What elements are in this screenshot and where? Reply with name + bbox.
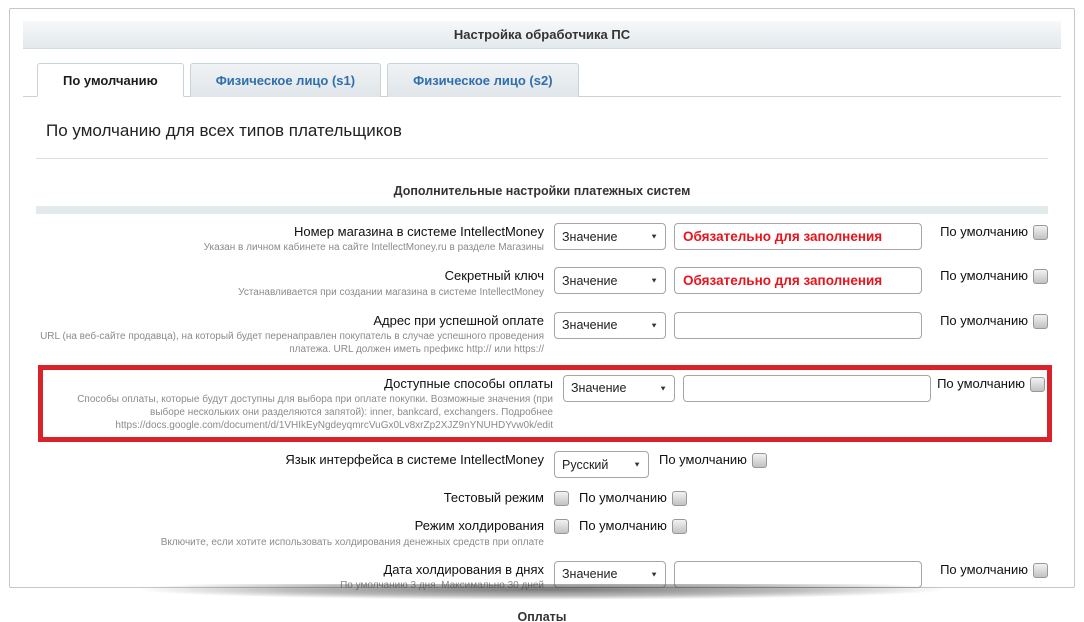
field-hint: Указан в личном кабинете на сайте Intell… xyxy=(36,241,544,254)
dropdown-arrow-icon: ▼ xyxy=(633,461,641,469)
success-url-input[interactable] xyxy=(674,312,922,339)
row-secret-key: Секретный ключ Устанавливается при созда… xyxy=(36,260,1048,304)
default-label: По умолчанию xyxy=(659,452,747,467)
settings-window: Настройка обработчика ПС По умолчанию Фи… xyxy=(9,8,1075,588)
default-label: По умолчанию xyxy=(579,490,667,505)
field-label: Адрес при успешной оплате xyxy=(36,313,544,329)
field-hint: Устанавливается при создании магазина в … xyxy=(36,286,544,299)
row-payment-methods: Доступные способы оплаты Способы оплаты,… xyxy=(45,370,1045,437)
tab-default[interactable]: По умолчанию xyxy=(37,63,184,97)
shop-number-input[interactable] xyxy=(674,223,922,250)
holding-mode-checkbox[interactable] xyxy=(554,519,569,534)
language-select[interactable]: Русский ▼ xyxy=(554,451,649,478)
tab-bar: По умолчанию Физическое лицо (s1) Физиче… xyxy=(23,62,1061,97)
field-label: Дата холдирования в днях xyxy=(36,562,544,578)
row-holding-mode: Режим холдирования Включите, если хотите… xyxy=(36,511,1048,553)
default-label: По умолчанию xyxy=(940,313,1028,328)
default-label: По умолчанию xyxy=(937,376,1025,391)
field-label: Номер магазина в системе IntellectMoney xyxy=(36,224,544,240)
tab-individual-s2[interactable]: Физическое лицо (s2) xyxy=(387,63,578,97)
tab-individual-s1[interactable]: Физическое лицо (s1) xyxy=(190,63,381,97)
default-label: По умолчанию xyxy=(940,268,1028,283)
shop-number-default-checkbox[interactable] xyxy=(1033,225,1048,240)
row-shop-number: Номер магазина в системе IntellectMoney … xyxy=(36,216,1048,260)
default-label: По умолчанию xyxy=(940,562,1028,577)
shop-number-mode-select[interactable]: Значение ▼ xyxy=(554,223,666,250)
field-hint: Способы оплаты, которые будут доступны д… xyxy=(45,393,553,432)
field-label: Язык интерфейса в системе IntellectMoney xyxy=(36,452,544,468)
test-mode-checkbox[interactable] xyxy=(554,491,569,506)
highlight-box: Доступные способы оплаты Способы оплаты,… xyxy=(38,365,1052,442)
field-hint: URL (на веб-сайте продавца), на который … xyxy=(36,330,544,356)
default-label: По умолчанию xyxy=(940,224,1028,239)
settings-form: Номер магазина в системе IntellectMoney … xyxy=(36,216,1048,598)
field-label: Режим холдирования xyxy=(36,518,544,534)
language-default-checkbox[interactable] xyxy=(752,453,767,468)
payment-methods-default-checkbox[interactable] xyxy=(1030,377,1045,392)
holding-mode-default-checkbox[interactable] xyxy=(672,519,687,534)
payment-methods-mode-select[interactable]: Значение ▼ xyxy=(563,375,675,402)
success-url-mode-select[interactable]: Значение ▼ xyxy=(554,312,666,339)
card-drop-shadow xyxy=(30,584,1054,614)
tab-content: По умолчанию для всех типов плательщиков… xyxy=(23,121,1061,622)
row-success-url: Адрес при успешной оплате URL (на веб-са… xyxy=(36,305,1048,362)
screenshot-stage: Настройка обработчика ПС По умолчанию Фи… xyxy=(0,0,1084,622)
payment-methods-input[interactable] xyxy=(683,375,931,402)
secret-key-default-checkbox[interactable] xyxy=(1033,269,1048,284)
field-label: Доступные способы оплаты xyxy=(45,376,553,392)
test-mode-default-checkbox[interactable] xyxy=(672,491,687,506)
default-label: По умолчанию xyxy=(579,518,667,533)
holding-days-default-checkbox[interactable] xyxy=(1033,563,1048,578)
secret-key-mode-select[interactable]: Значение ▼ xyxy=(554,267,666,294)
secret-key-input[interactable] xyxy=(674,267,922,294)
page-title: Настройка обработчика ПС xyxy=(454,27,630,42)
dropdown-arrow-icon: ▼ xyxy=(650,321,658,329)
divider xyxy=(36,158,1048,159)
window-header: Настройка обработчика ПС xyxy=(23,21,1061,49)
dropdown-arrow-icon: ▼ xyxy=(659,384,667,392)
success-url-default-checkbox[interactable] xyxy=(1033,314,1048,329)
field-label: Секретный ключ xyxy=(36,268,544,284)
row-interface-language: Язык интерфейса в системе IntellectMoney… xyxy=(36,445,1048,483)
dropdown-arrow-icon: ▼ xyxy=(650,570,658,578)
dropdown-arrow-icon: ▼ xyxy=(650,233,658,241)
group-heading-additional: Дополнительные настройки платежных систе… xyxy=(36,184,1048,198)
field-hint: Включите, если хотите использовать холди… xyxy=(36,536,544,549)
row-test-mode: Тестовый режим По умолчанию xyxy=(36,483,1048,511)
group-divider-bar xyxy=(36,206,1048,214)
field-label: Тестовый режим xyxy=(36,490,544,506)
dropdown-arrow-icon: ▼ xyxy=(650,277,658,285)
section-heading: По умолчанию для всех типов плательщиков xyxy=(46,121,1048,141)
